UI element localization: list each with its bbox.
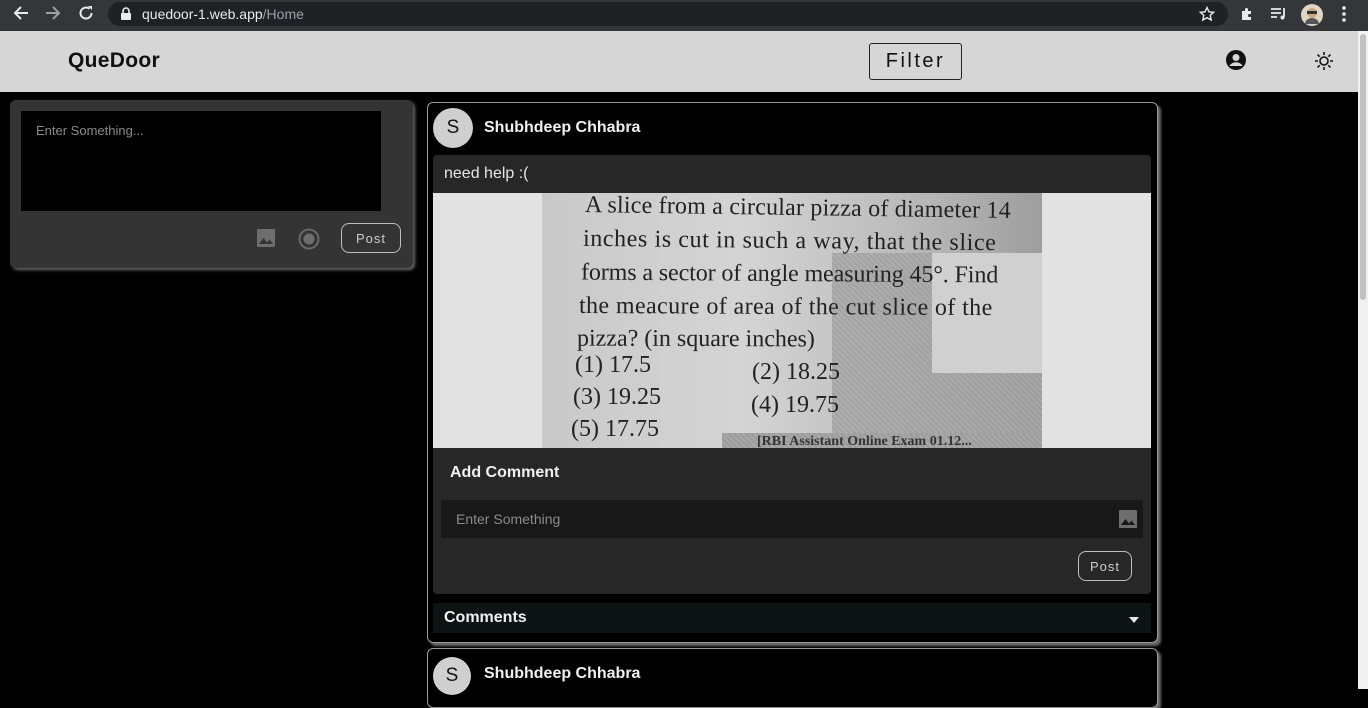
- bookmark-star-icon[interactable]: [1198, 5, 1216, 27]
- profile-avatar[interactable]: [1300, 3, 1324, 32]
- photo-option: (2) 18.25: [752, 359, 840, 385]
- scrollbar-thumb[interactable]: [1360, 34, 1366, 300]
- url-path: /Home: [262, 6, 304, 22]
- browser-toolbar: quedoor-1.web.app/Home: [0, 0, 1368, 31]
- post-comment-button[interactable]: Post: [1078, 551, 1132, 581]
- post-card: S Shubhdeep Chhabra need help :( A slice…: [427, 102, 1158, 643]
- photo-text-line: the meacure of area of the cut slice of …: [578, 292, 993, 322]
- address-bar[interactable]: quedoor-1.web.app/Home: [108, 2, 1228, 26]
- photo-option: (3) 19.25: [573, 384, 661, 410]
- comment-attach-image-icon[interactable]: [1118, 509, 1138, 534]
- photo-option: (4) 19.75: [751, 392, 839, 418]
- photo-option: (5) 17.75: [571, 416, 659, 442]
- post-author[interactable]: Shubhdeep Chhabra: [484, 119, 640, 137]
- post-card: S Shubhdeep Chhabra: [427, 648, 1158, 708]
- browser-menu-icon[interactable]: [1336, 5, 1352, 28]
- record-icon[interactable]: [298, 228, 320, 255]
- media-queue-icon[interactable]: [1270, 6, 1288, 27]
- photo-text-line: A slice from a circular pizza of diamete…: [584, 193, 1012, 224]
- photo-text-line: pizza? (in square inches): [576, 325, 815, 353]
- post-body: need help :( A slice from a circular piz…: [433, 155, 1151, 594]
- post-author[interactable]: Shubhdeep Chhabra: [484, 665, 640, 683]
- comments-toggle[interactable]: Comments: [433, 603, 1151, 633]
- extensions-icon[interactable]: [1239, 6, 1256, 28]
- reload-icon[interactable]: [76, 3, 96, 23]
- avatar[interactable]: S: [433, 108, 473, 148]
- question-photo: A slice from a circular pizza of diamete…: [542, 193, 1042, 448]
- url-text[interactable]: quedoor-1.web.app/Home: [142, 6, 304, 22]
- theme-toggle-icon[interactable]: [1314, 51, 1334, 76]
- attach-image-icon[interactable]: [256, 228, 276, 253]
- brand-logo[interactable]: QueDoor: [68, 49, 160, 73]
- account-icon[interactable]: [1225, 49, 1247, 76]
- photo-text-line: forms a sector of angle measuring 45°. F…: [580, 259, 999, 289]
- add-comment-title: Add Comment: [450, 464, 560, 481]
- question-input[interactable]: [21, 111, 381, 211]
- add-comment-section: Add Comment Post: [433, 448, 1151, 594]
- post-question-button[interactable]: Post: [341, 223, 401, 253]
- forward-icon[interactable]: [43, 3, 63, 23]
- new-question-composer: Post: [10, 100, 413, 268]
- comments-label: Comments: [444, 609, 527, 626]
- post-text: need help :(: [444, 165, 529, 182]
- back-icon[interactable]: [11, 3, 31, 23]
- comment-input[interactable]: [441, 500, 1143, 538]
- post-image[interactable]: A slice from a circular pizza of diamete…: [433, 193, 1151, 448]
- photo-option: (1) 17.5: [575, 352, 651, 378]
- avatar[interactable]: S: [433, 657, 471, 695]
- filter-button[interactable]: Filter: [869, 43, 962, 80]
- app-header: QueDoor Filter: [0, 31, 1358, 92]
- url-host: quedoor-1.web.app: [142, 6, 263, 22]
- photo-source: [RBI Assistant Online Exam 01.12...: [757, 434, 972, 448]
- chevron-down-icon[interactable]: [1128, 611, 1140, 629]
- lock-icon[interactable]: [120, 7, 132, 26]
- photo-text-line: inches is cut in such a way, that the sl…: [582, 225, 997, 257]
